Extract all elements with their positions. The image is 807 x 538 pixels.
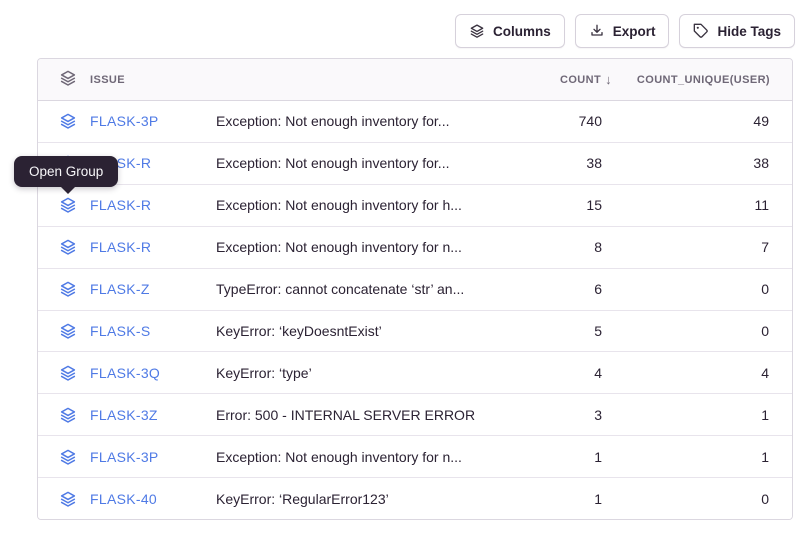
layers-icon [469, 23, 485, 39]
issue-title: Exception: Not enough inventory for n... [216, 449, 482, 465]
open-group-button[interactable] [59, 490, 77, 508]
tooltip-text: Open Group [29, 164, 103, 179]
count-value: 1 [482, 491, 612, 507]
count-unique-value: 0 [612, 491, 792, 507]
issue-link[interactable]: FLASK-R [90, 197, 151, 213]
column-header-issue[interactable]: ISSUE [38, 69, 216, 90]
count-unique-value: 0 [612, 281, 792, 297]
issue-cell: FLASK-Z [38, 280, 216, 298]
count-value: 3 [482, 407, 612, 423]
column-header-count-unique[interactable]: COUNT_UNIQUE(USER) [612, 74, 792, 86]
sort-desc-icon: ↓ [605, 72, 612, 87]
issue-title: KeyError: ‘keyDoesntExist’ [216, 323, 482, 339]
table-row[interactable]: FLASK-R Exception: Not enough inventory … [38, 143, 792, 185]
issue-link[interactable]: FLASK-3P [90, 113, 159, 129]
tooltip-open-group: Open Group [14, 156, 118, 187]
issue-cell: FLASK-R [38, 196, 216, 214]
issue-link[interactable]: FLASK-R [90, 239, 151, 255]
count-unique-value: 38 [612, 155, 792, 171]
issue-link[interactable]: FLASK-Z [90, 281, 150, 297]
download-icon [589, 23, 605, 39]
issue-cell: FLASK-S [38, 322, 216, 340]
issue-link[interactable]: FLASK-3Z [90, 407, 158, 423]
page: { "colors": { "link_blue": "#4F7AE5", "t… [0, 0, 807, 538]
layers-icon [59, 69, 77, 90]
open-group-button[interactable] [59, 112, 77, 130]
count-unique-value: 0 [612, 323, 792, 339]
issue-cell: FLASK-R [38, 238, 216, 256]
issue-link[interactable]: FLASK-3P [90, 449, 159, 465]
issue-title: KeyError: ‘type’ [216, 365, 482, 381]
count-value: 8 [482, 239, 612, 255]
table-row[interactable]: FLASK-40 KeyError: ‘RegularError123’ 1 0 [38, 478, 792, 519]
table-body: FLASK-3P Exception: Not enough inventory… [38, 101, 792, 519]
column-header-count-unique-label: COUNT_UNIQUE(USER) [637, 74, 770, 86]
table-header: ISSUE COUNT ↓ COUNT_UNIQUE(USER) [38, 59, 792, 101]
table-row[interactable]: FLASK-S KeyError: ‘keyDoesntExist’ 5 0 [38, 311, 792, 353]
count-unique-value: 11 [612, 197, 792, 213]
open-group-button[interactable] [59, 322, 77, 340]
issue-link[interactable]: FLASK-S [90, 323, 150, 339]
column-header-count[interactable]: COUNT ↓ [482, 72, 612, 87]
table-row[interactable]: FLASK-R Exception: Not enough inventory … [38, 185, 792, 227]
table-row[interactable]: FLASK-Z TypeError: cannot concatenate ‘s… [38, 269, 792, 311]
count-unique-value: 4 [612, 365, 792, 381]
count-value: 5 [482, 323, 612, 339]
open-group-button[interactable] [59, 406, 77, 424]
count-value: 6 [482, 281, 612, 297]
open-group-button[interactable] [59, 238, 77, 256]
table-row[interactable]: FLASK-3Q KeyError: ‘type’ 4 4 [38, 352, 792, 394]
open-group-button[interactable] [59, 364, 77, 382]
table-row[interactable]: FLASK-3P Exception: Not enough inventory… [38, 101, 792, 143]
issue-title: KeyError: ‘RegularError123’ [216, 491, 482, 507]
count-value: 15 [482, 197, 612, 213]
count-value: 1 [482, 449, 612, 465]
open-group-button[interactable] [59, 448, 77, 466]
export-button[interactable]: Export [575, 14, 670, 48]
hide-tags-button-label: Hide Tags [717, 24, 781, 39]
toolbar: Columns Export Hide Tags [0, 14, 795, 48]
count-unique-value: 7 [612, 239, 792, 255]
count-unique-value: 1 [612, 449, 792, 465]
table-row[interactable]: FLASK-3Z Error: 500 - INTERNAL SERVER ER… [38, 394, 792, 436]
issue-title: Error: 500 - INTERNAL SERVER ERROR [216, 407, 482, 423]
count-unique-value: 1 [612, 407, 792, 423]
issue-link[interactable]: FLASK-3Q [90, 365, 160, 381]
issue-title: Exception: Not enough inventory for... [216, 155, 482, 171]
count-value: 38 [482, 155, 612, 171]
issue-cell: FLASK-40 [38, 490, 216, 508]
issue-title: Exception: Not enough inventory for n... [216, 239, 482, 255]
open-group-button[interactable] [59, 280, 77, 298]
issue-cell: FLASK-3Z [38, 406, 216, 424]
issue-title: Exception: Not enough inventory for... [216, 113, 482, 129]
column-header-issue-label: ISSUE [90, 74, 125, 86]
count-unique-value: 49 [612, 113, 792, 129]
columns-button-label: Columns [493, 24, 551, 39]
table-row[interactable]: FLASK-R Exception: Not enough inventory … [38, 227, 792, 269]
columns-button[interactable]: Columns [455, 14, 565, 48]
count-value: 4 [482, 365, 612, 381]
issue-title: Exception: Not enough inventory for h... [216, 197, 482, 213]
issue-cell: FLASK-3Q [38, 364, 216, 382]
open-group-button[interactable] [59, 196, 77, 214]
column-header-count-label: COUNT [560, 74, 601, 86]
issues-table: ISSUE COUNT ↓ COUNT_UNIQUE(USER) FLASK-3… [37, 58, 793, 520]
issue-link[interactable]: FLASK-40 [90, 491, 157, 507]
issue-title: TypeError: cannot concatenate ‘str’ an..… [216, 281, 482, 297]
export-button-label: Export [613, 24, 656, 39]
tag-icon [693, 23, 709, 39]
issue-cell: FLASK-3P [38, 112, 216, 130]
count-value: 740 [482, 113, 612, 129]
issue-cell: FLASK-3P [38, 448, 216, 466]
hide-tags-button[interactable]: Hide Tags [679, 14, 795, 48]
table-row[interactable]: FLASK-3P Exception: Not enough inventory… [38, 436, 792, 478]
